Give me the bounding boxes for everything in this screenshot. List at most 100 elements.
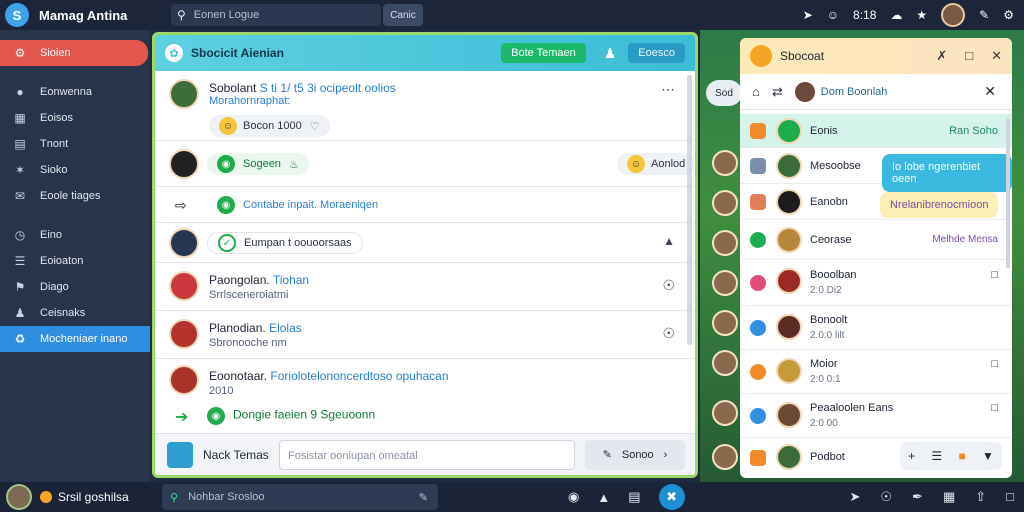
chat-scrollbar[interactable] — [687, 75, 692, 345]
friend-row[interactable]: Bonoolt 2.0:0 lilt — [740, 306, 1012, 350]
avatar — [776, 402, 802, 428]
image-icon[interactable]: ▤ — [628, 489, 640, 505]
friend-row[interactable]: Ceorase Melhde Mensa — [740, 220, 1012, 260]
sidebar-item-10[interactable]: ♟ Ceisnaks — [0, 300, 150, 326]
sidebar-item-2[interactable]: ● Eonwenna — [0, 79, 150, 105]
top-bar: S Mamag Antina ⚲ Eonen Logue Canic ➤ ☺ 8… — [0, 0, 1024, 30]
game-pill[interactable]: Sod — [706, 80, 742, 106]
upload-icon[interactable]: ⇧ — [975, 489, 986, 505]
sidebar-item-1[interactable]: ⚙ Sioien — [0, 40, 148, 66]
status-pill[interactable]: ◉ Sogeen ♨ — [207, 153, 309, 175]
message-icon[interactable]: □ — [991, 402, 998, 414]
status-icon — [750, 194, 766, 210]
status-icon — [750, 123, 766, 139]
maximize-icon[interactable]: □ — [965, 48, 973, 64]
gift-icon[interactable]: ■ — [958, 449, 965, 463]
swap-icon[interactable]: ⇄ — [772, 84, 783, 100]
avatar — [169, 228, 199, 258]
friend-row[interactable]: Moior 2:0 0:1 □ — [740, 350, 1012, 394]
coin-icon — [40, 491, 52, 503]
emoji-icon: ☺ — [627, 155, 645, 173]
avatar — [169, 271, 199, 301]
avatar — [776, 444, 802, 470]
header-action-button[interactable]: Bote Temaen — [501, 43, 586, 63]
message-link[interactable]: Morahornraphat: — [209, 95, 290, 107]
status-icon — [750, 232, 766, 248]
cloud-icon[interactable]: ☁ — [890, 8, 902, 22]
sidebar-item-6[interactable]: ✉ Eoole tiages — [0, 183, 150, 209]
avatar — [169, 365, 199, 395]
avatar — [169, 149, 199, 179]
avatar — [794, 81, 815, 102]
chat-icon[interactable]: ✎ — [979, 8, 989, 22]
more-icon[interactable]: ⋯ — [661, 81, 675, 98]
link-pill[interactable]: ◉ Contabe inpait. Moraeniqen — [207, 194, 389, 216]
chat-header: ✿ Sbocicit Aienian Bote Temaen ♟ Eoesco — [155, 35, 695, 71]
edit-icon[interactable]: ✎ — [419, 491, 428, 504]
user-avatar[interactable] — [941, 3, 966, 27]
crossed-tools-icon[interactable]: ✖ — [658, 484, 685, 510]
tree-icon[interactable]: ▲ — [597, 490, 610, 505]
user-icon[interactable]: ♟ — [604, 45, 617, 62]
status-pill[interactable]: ✓ Eumpan t oouoorsaas — [207, 232, 363, 254]
avatar — [776, 314, 802, 340]
sidebar-item-3[interactable]: ▦ Eoisos — [0, 105, 150, 131]
notification-icon[interactable]: ★ — [916, 8, 927, 22]
sidebar-item-7[interactable]: ◷ Eino — [0, 222, 150, 248]
game-avatar — [712, 190, 738, 216]
sidebar-item-11[interactable]: ♻ Mocheniaer inano — [0, 326, 150, 352]
avatar — [776, 268, 802, 294]
game-icon: ◉ — [217, 155, 235, 173]
shuffle-icon[interactable]: ✗ — [936, 48, 947, 64]
pen-icon[interactable]: ✒ — [912, 489, 923, 505]
sidebar-item-5[interactable]: ✶ Sioko — [0, 157, 150, 183]
message-icon[interactable]: □ — [991, 269, 998, 281]
user-avatar[interactable] — [6, 484, 32, 510]
top-search-input[interactable]: ⚲ Eonen Logue — [171, 4, 381, 26]
window-icon[interactable]: □ — [1006, 489, 1014, 505]
reaction-pill[interactable]: ☺ Bocon 1000 ♡ — [209, 115, 330, 137]
shield-icon[interactable]: ▼ — [982, 449, 994, 463]
controller-icon[interactable]: ▦ — [943, 489, 955, 505]
send-button[interactable]: ✎ Sonoo › — [585, 439, 685, 470]
settings-icon[interactable]: ⚙ — [1003, 8, 1014, 22]
add-icon[interactable]: + — [908, 449, 915, 463]
sidebar-item-4[interactable]: ▤ Tnont — [0, 131, 150, 157]
game-icon: ◉ — [217, 196, 235, 214]
top-search-button[interactable]: Canic — [383, 4, 423, 26]
game-icon[interactable]: ◉ — [568, 489, 579, 505]
pointer-icon[interactable]: ➤ — [803, 8, 813, 22]
fire-icon[interactable]: ▲ — [663, 234, 675, 248]
close-icon[interactable]: ✕ — [984, 83, 996, 100]
home-icon[interactable]: ⌂ — [752, 84, 760, 99]
globe-icon[interactable]: ☉ — [662, 277, 675, 294]
current-user[interactable]: Dom Boonlah — [794, 81, 887, 102]
friend-row[interactable]: Peaaloolen Eans 2:0 00 □ — [740, 394, 1012, 438]
game-avatar — [712, 400, 738, 426]
sidebar-item-8[interactable]: ☰ Eoioaton — [0, 248, 150, 274]
globe-icon[interactable]: ☉ — [662, 325, 675, 342]
message-input[interactable]: Fosistar ooniupan omeatal — [279, 439, 575, 470]
close-icon[interactable]: ✕ — [991, 48, 1002, 64]
chat-icon: ⚑ — [14, 280, 26, 294]
message-icon[interactable]: □ — [991, 358, 998, 370]
emoji-icon[interactable]: ☺ — [827, 8, 839, 22]
fire-icon: ♨ — [288, 158, 299, 171]
sidebar-item-9[interactable]: ⚑ Diago — [0, 274, 150, 300]
message-row: ✓ Eumpan t oouoorsaas ▲ — [155, 223, 695, 263]
reaction-pill[interactable]: ☺ Aonlod — [617, 153, 695, 175]
game-avatar — [712, 270, 738, 296]
cursor-icon[interactable]: ➤ — [849, 489, 860, 505]
avatar — [169, 319, 199, 349]
taskbar-search-input[interactable]: ⚲ Nohbar Srosloo ✎ — [162, 484, 438, 510]
star-icon: ✶ — [14, 163, 26, 177]
attach-icon: ✎ — [602, 449, 612, 461]
compass-icon[interactable]: ☉ — [880, 489, 892, 505]
friend-row[interactable]: Eonis Ran Soho — [740, 114, 1012, 148]
menu-icon[interactable]: ☰ — [931, 449, 942, 463]
composer-avatar — [167, 441, 193, 468]
header-secondary-button[interactable]: Eoesco — [628, 43, 685, 63]
users-icon: ♟ — [14, 306, 26, 320]
friends-scrollbar[interactable] — [1006, 118, 1010, 268]
friend-row[interactable]: Booolban 2:0 Di2 □ — [740, 260, 1012, 306]
